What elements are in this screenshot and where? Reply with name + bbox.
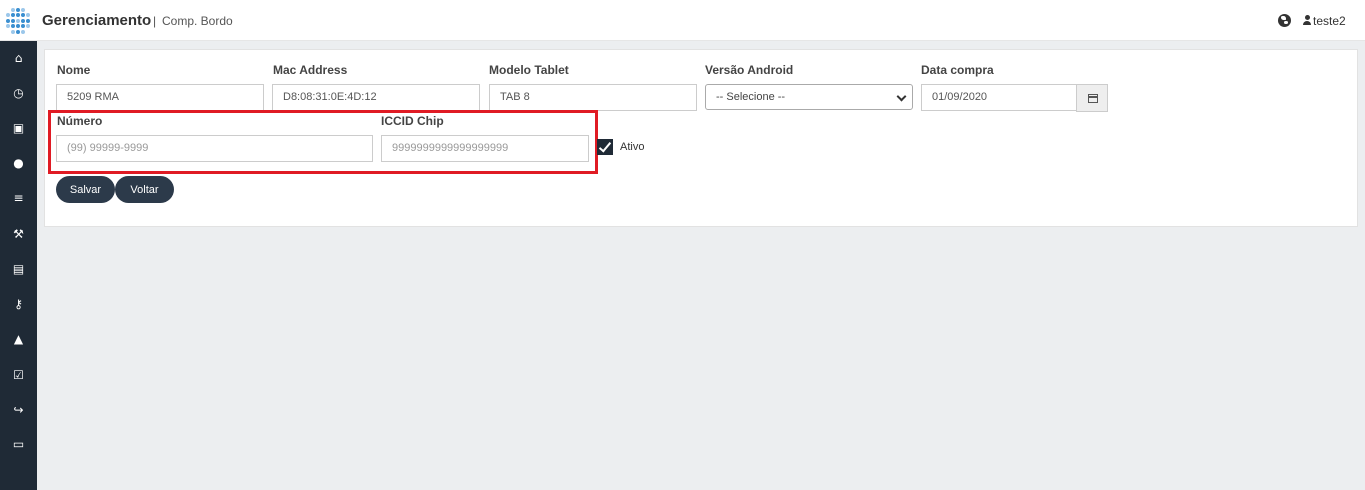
versao-android-label: Versão Android [705,63,794,77]
voltar-button[interactable]: Voltar [115,176,174,203]
sidebar-home-icon[interactable]: ⌂ [0,48,37,68]
sidebar-clock-icon[interactable]: ◷ [0,83,37,103]
sidebar-wrench-icon[interactable]: ⚒ [0,224,37,244]
page-subtitle: Comp. Bordo [162,14,233,28]
ativo-checkbox[interactable] [597,139,613,155]
salvar-button[interactable]: Salvar [56,176,115,203]
nome-label: Nome [57,63,91,77]
highlight-box [48,110,598,174]
globe-icon[interactable] [1278,14,1291,27]
ativo-label: Ativo [620,141,645,153]
sidebar-share-icon[interactable]: ↪ [0,400,37,420]
versao-android-select[interactable]: -- Selecione -- [705,84,913,110]
app-logo[interactable] [6,8,31,34]
sidebar: ⌂ ◷ ▣ ● ≡ ⚒ ▤ ⚷ ▲ ☑ ↪ ▭ [0,41,37,490]
date-picker-button[interactable] [1076,84,1108,112]
modelo-tablet-label: Modelo Tablet [489,63,569,77]
user-icon[interactable] [1303,15,1311,26]
sidebar-list-icon[interactable]: ≡ [0,188,37,208]
versao-android-value: -- Selecione -- [716,91,786,103]
chevron-down-icon [896,91,907,102]
calendar-icon [1088,94,1098,103]
sidebar-archive-icon[interactable]: ▤ [0,259,37,279]
sidebar-key-icon[interactable]: ⚷ [0,294,37,314]
sidebar-lock-icon[interactable]: ▲ [0,329,37,349]
sidebar-bus-icon[interactable]: ▣ [0,118,37,138]
user-menu[interactable]: teste2 [1313,14,1346,28]
app-title: Gerenciamento [42,12,152,29]
nome-input[interactable]: 5209 RMA [56,84,264,111]
data-compra-input[interactable]: 01/09/2020 [921,84,1077,111]
top-bar: Gerenciamento | Comp. Bordo teste2 [0,0,1365,41]
sidebar-check-square-icon[interactable]: ☑ [0,365,37,385]
mac-address-label: Mac Address [273,63,348,77]
title-separator: | [153,14,157,28]
modelo-tablet-input[interactable]: TAB 8 [489,84,697,111]
mac-address-input[interactable]: D8:08:31:0E:4D:12 [272,84,480,111]
sidebar-user-icon[interactable]: ● [0,153,37,173]
sidebar-money-icon[interactable]: ▭ [0,434,37,454]
data-compra-label: Data compra [921,63,994,77]
